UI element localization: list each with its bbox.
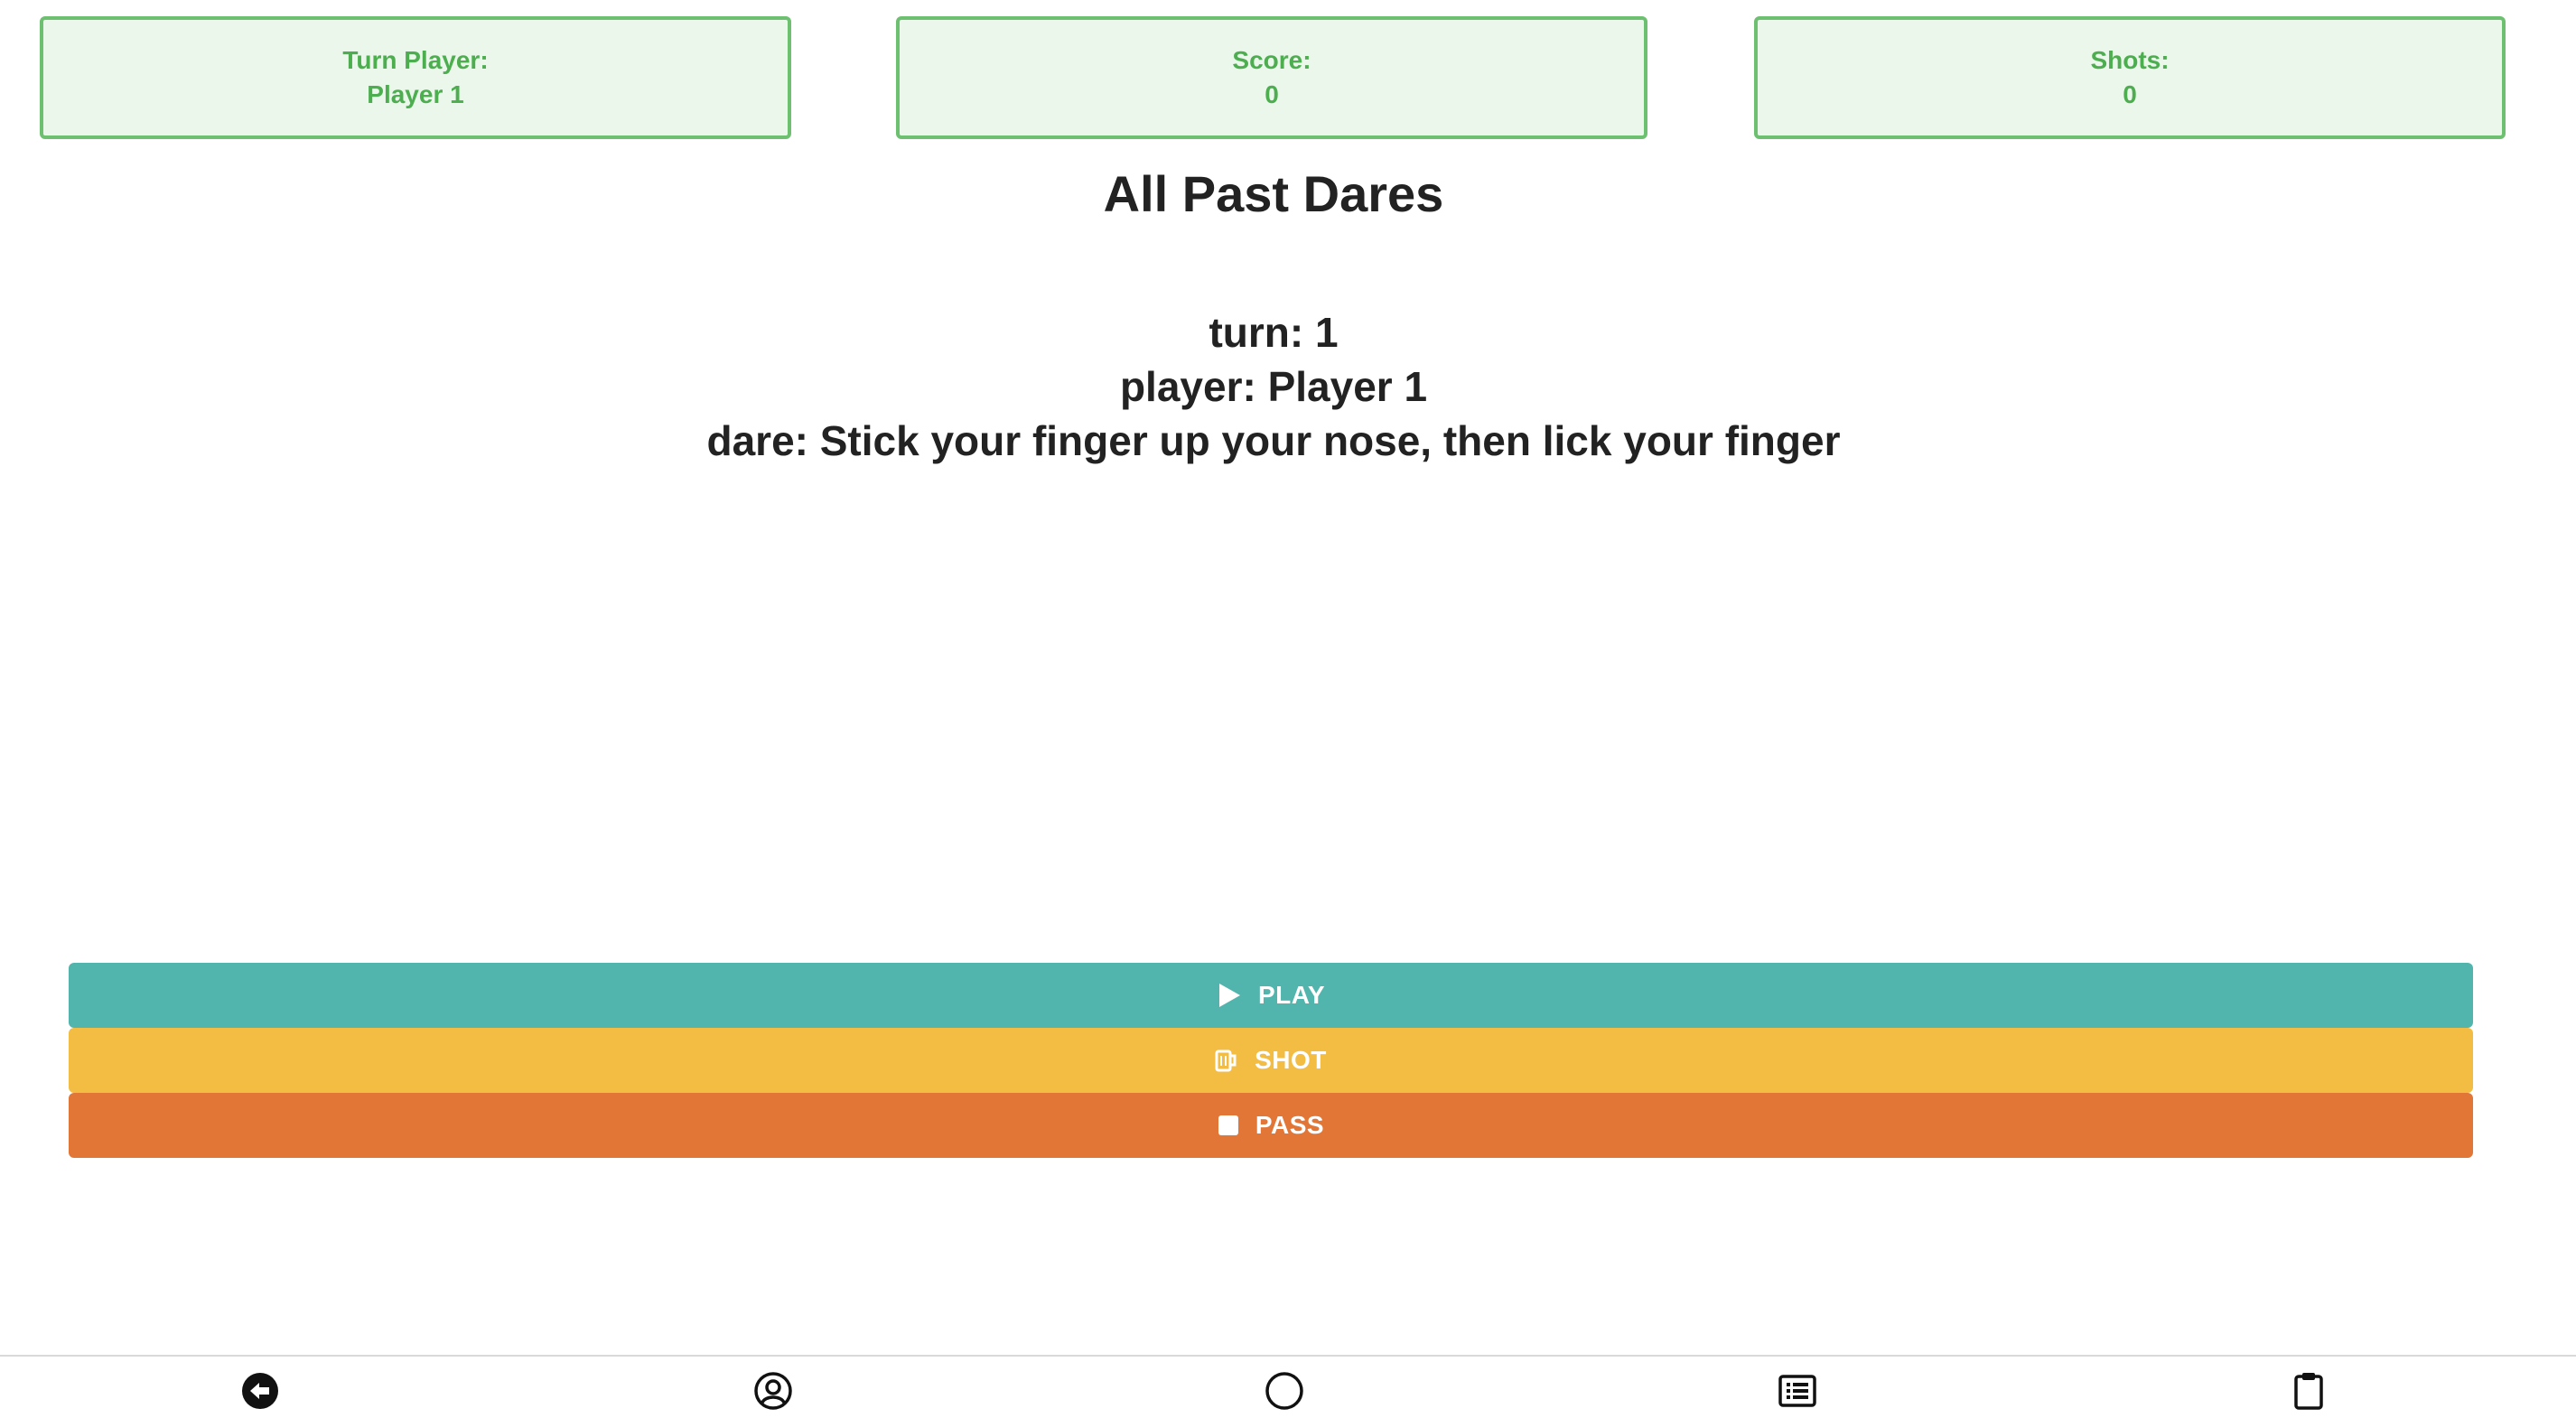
shots-label: Shots: xyxy=(2090,46,2170,74)
dare-turn: turn: 1 xyxy=(1209,309,1339,356)
shots-box: Shots: 0 xyxy=(1754,16,2506,139)
user-circle-icon[interactable] xyxy=(753,1371,793,1411)
play-button[interactable]: PLAY xyxy=(69,963,2473,1028)
home-circle-icon[interactable] xyxy=(1265,1371,1304,1411)
turn-player-label: Turn Player: xyxy=(342,46,489,74)
pass-button[interactable]: PASS xyxy=(69,1093,2473,1158)
shots-value: 0 xyxy=(2123,80,2137,108)
dare-text: dare: Stick your finger up your nose, th… xyxy=(706,417,1841,464)
clipboard-icon[interactable] xyxy=(2289,1371,2329,1411)
score-label: Score: xyxy=(1232,46,1311,74)
beer-mug-icon xyxy=(1215,1049,1238,1072)
play-icon xyxy=(1217,982,1242,1009)
turn-player-box: Turn Player: Player 1 xyxy=(40,16,791,139)
past-dare-entry: turn: 1 player: Player 1 dare: Stick you… xyxy=(0,305,2547,468)
shot-button[interactable]: SHOT xyxy=(69,1028,2473,1093)
shot-button-label: SHOT xyxy=(1255,1046,1327,1074)
stop-icon xyxy=(1218,1115,1239,1136)
list-icon[interactable] xyxy=(1778,1371,1817,1411)
score-value: 0 xyxy=(1265,80,1279,108)
score-box: Score: 0 xyxy=(896,16,1647,139)
page-title: All Past Dares xyxy=(1103,165,1444,222)
pass-button-label: PASS xyxy=(1255,1111,1325,1139)
back-arrow-icon[interactable] xyxy=(240,1371,280,1411)
play-button-label: PLAY xyxy=(1257,981,1326,1009)
dare-player: player: Player 1 xyxy=(1119,363,1428,410)
turn-player-value: Player 1 xyxy=(367,80,464,108)
bottom-navigation-bar xyxy=(0,1355,2576,1418)
